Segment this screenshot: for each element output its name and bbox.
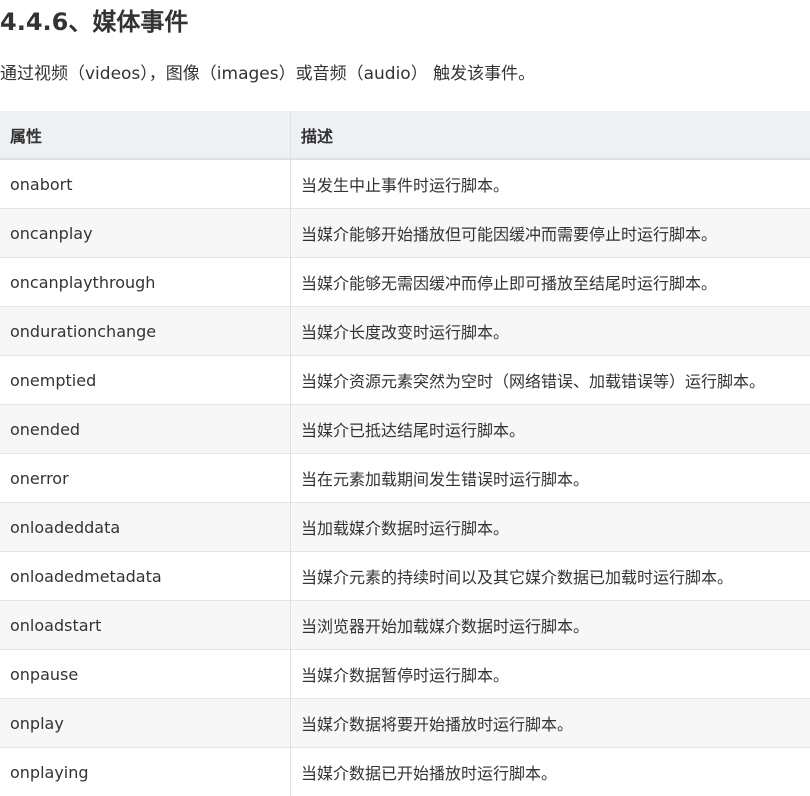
description-cell: 当在元素加载期间发生错误时运行脚本。 <box>291 454 810 503</box>
attribute-cell: onloadeddata <box>0 503 291 552</box>
table-header-row: 属性 描述 <box>0 111 810 159</box>
table-row: onplaying 当媒介数据已开始播放时运行脚本。 <box>0 748 810 796</box>
table-row: onpause 当媒介数据暂停时运行脚本。 <box>0 650 810 699</box>
table-row: onplay 当媒介数据将要开始播放时运行脚本。 <box>0 699 810 748</box>
attribute-cell: onpause <box>0 650 291 699</box>
description-cell: 当浏览器开始加载媒介数据时运行脚本。 <box>291 601 810 650</box>
attribute-cell: onabort <box>0 159 291 209</box>
description-cell: 当媒介数据将要开始播放时运行脚本。 <box>291 699 810 748</box>
table-row: onloadedmetadata 当媒介元素的持续时间以及其它媒介数据已加载时运… <box>0 552 810 601</box>
table-row: onabort 当发生中止事件时运行脚本。 <box>0 159 810 209</box>
attribute-cell: onerror <box>0 454 291 503</box>
table-row: onloadeddata 当加载媒介数据时运行脚本。 <box>0 503 810 552</box>
attribute-cell: onended <box>0 405 291 454</box>
description-cell: 当媒介能够无需因缓冲而停止即可播放至结尾时运行脚本。 <box>291 258 810 307</box>
attribute-cell: oncanplay <box>0 209 291 258</box>
attribute-cell: onplaying <box>0 748 291 796</box>
description-cell: 当加载媒介数据时运行脚本。 <box>291 503 810 552</box>
table-row: onloadstart 当浏览器开始加载媒介数据时运行脚本。 <box>0 601 810 650</box>
column-header-description: 描述 <box>291 111 810 159</box>
table-row: onerror 当在元素加载期间发生错误时运行脚本。 <box>0 454 810 503</box>
attribute-cell: onplay <box>0 699 291 748</box>
attribute-cell: onemptied <box>0 356 291 405</box>
description-cell: 当媒介已抵达结尾时运行脚本。 <box>291 405 810 454</box>
section-heading: 4.4.6、媒体事件 <box>0 6 188 38</box>
attribute-cell: oncanplaythrough <box>0 258 291 307</box>
description-cell: 当发生中止事件时运行脚本。 <box>291 159 810 209</box>
table-row: ondurationchange 当媒介长度改变时运行脚本。 <box>0 307 810 356</box>
description-cell: 当媒介资源元素突然为空时（网络错误、加载错误等）运行脚本。 <box>291 356 810 405</box>
table-row: oncanplaythrough 当媒介能够无需因缓冲而停止即可播放至结尾时运行… <box>0 258 810 307</box>
description-cell: 当媒介长度改变时运行脚本。 <box>291 307 810 356</box>
description-cell: 当媒介数据已开始播放时运行脚本。 <box>291 748 810 796</box>
column-header-attribute: 属性 <box>0 111 291 159</box>
description-cell: 当媒介元素的持续时间以及其它媒介数据已加载时运行脚本。 <box>291 552 810 601</box>
attribute-cell: onloadedmetadata <box>0 552 291 601</box>
media-events-table: 属性 描述 onabort 当发生中止事件时运行脚本。 oncanplay 当媒… <box>0 111 810 796</box>
attribute-cell: onloadstart <box>0 601 291 650</box>
table-row: onemptied 当媒介资源元素突然为空时（网络错误、加载错误等）运行脚本。 <box>0 356 810 405</box>
table-row: oncanplay 当媒介能够开始播放但可能因缓冲而需要停止时运行脚本。 <box>0 209 810 258</box>
description-cell: 当媒介数据暂停时运行脚本。 <box>291 650 810 699</box>
attribute-cell: ondurationchange <box>0 307 291 356</box>
section-intro: 通过视频（videos），图像（images）或音频（audio） 触发该事件。 <box>0 62 535 86</box>
description-cell: 当媒介能够开始播放但可能因缓冲而需要停止时运行脚本。 <box>291 209 810 258</box>
table-row: onended 当媒介已抵达结尾时运行脚本。 <box>0 405 810 454</box>
table-body: onabort 当发生中止事件时运行脚本。 oncanplay 当媒介能够开始播… <box>0 159 810 796</box>
